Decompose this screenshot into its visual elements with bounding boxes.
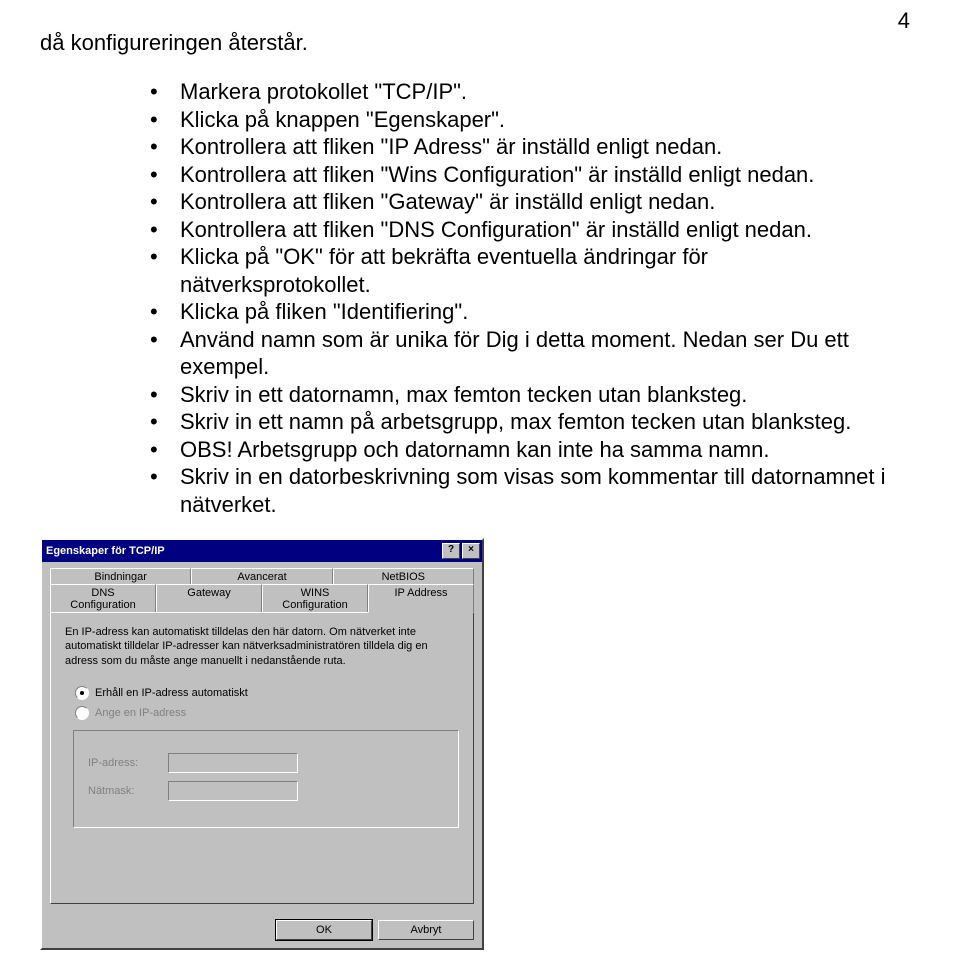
dialog-title: Egenskaper för TCP/IP [46, 545, 440, 557]
list-item: Kontrollera att fliken "DNS Configuratio… [150, 216, 890, 244]
radio-specify-ip[interactable]: Ange en IP-adress [75, 706, 459, 720]
list-item: Klicka på "OK" för att bekräfta eventuel… [150, 243, 890, 298]
cancel-button[interactable]: Avbryt [378, 920, 474, 940]
panel-description: En IP-adress kan automatiskt tilldelas d… [65, 625, 459, 668]
list-item: Kontrollera att fliken "Wins Configurati… [150, 161, 890, 189]
list-item: Klicka på fliken "Identifiering". [150, 298, 890, 326]
ip-address-input[interactable] [168, 753, 298, 773]
radio-obtain-auto[interactable]: Erhåll en IP-adress automatiskt [75, 686, 459, 700]
tab-dns-configuration[interactable]: DNS Configuration [50, 584, 156, 613]
list-item: Kontrollera att fliken "Gateway" är inst… [150, 188, 890, 216]
label-ip-address: IP-adress: [88, 757, 168, 769]
list-item: Skriv in ett datornamn, max femton tecke… [150, 381, 890, 409]
titlebar[interactable]: Egenskaper för TCP/IP ? × [42, 540, 482, 562]
intro-line: då konfigureringen återstår. [40, 30, 890, 56]
list-item: Skriv in en datorbeskrivning som visas s… [150, 463, 890, 518]
tab-wins-configuration[interactable]: WINS Configuration [262, 584, 368, 613]
tab-gateway[interactable]: Gateway [156, 584, 262, 613]
list-item: Kontrollera att fliken "IP Adress" är in… [150, 133, 890, 161]
instruction-list: Markera protokollet "TCP/IP". Klicka på … [40, 78, 890, 518]
radio-label: Erhåll en IP-adress automatiskt [95, 687, 248, 699]
radio-label: Ange en IP-adress [95, 707, 186, 719]
help-button[interactable]: ? [442, 543, 460, 559]
tab-panel-ip-address: En IP-adress kan automatiskt tilldelas d… [50, 612, 474, 904]
radio-icon [75, 686, 89, 700]
label-netmask: Nätmask: [88, 785, 168, 797]
tab-bindningar[interactable]: Bindningar [50, 568, 191, 585]
tab-netbios[interactable]: NetBIOS [333, 568, 474, 585]
list-item: Markera protokollet "TCP/IP". [150, 78, 890, 106]
list-item: OBS! Arbetsgrupp och datornamn kan inte … [150, 436, 890, 464]
close-button[interactable]: × [462, 543, 480, 559]
page-number: 4 [898, 8, 910, 34]
tab-avancerat[interactable]: Avancerat [191, 568, 332, 585]
list-item: Klicka på knappen "Egenskaper". [150, 106, 890, 134]
ip-fields-group: IP-adress: Nätmask: [73, 730, 459, 828]
tab-ip-address[interactable]: IP Address [368, 584, 474, 613]
list-item: Skriv in ett namn på arbetsgrupp, max fe… [150, 408, 890, 436]
ok-button[interactable]: OK [276, 920, 372, 940]
radio-icon [75, 706, 89, 720]
tcpip-properties-dialog: Egenskaper för TCP/IP ? × Bindningar Ava… [40, 538, 484, 950]
list-item: Använd namn som är unika för Dig i detta… [150, 326, 890, 381]
netmask-input[interactable] [168, 781, 298, 801]
